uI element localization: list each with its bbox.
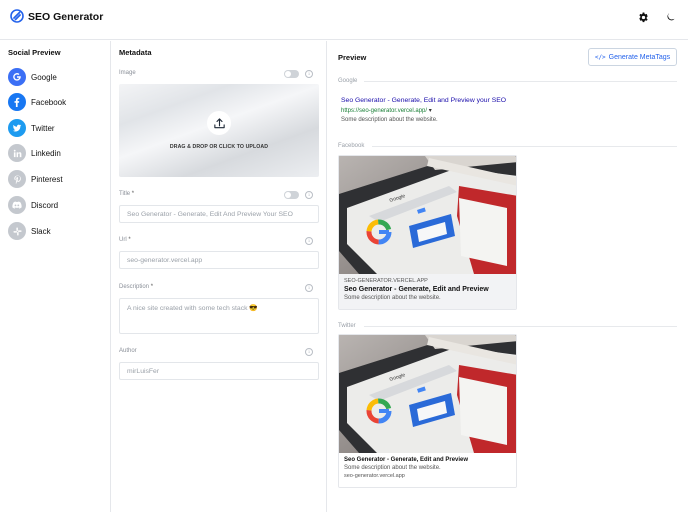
facebook-preview-card[interactable]: Google SEO-GENERATOR.VERCEL.APP Seo Gene… <box>338 155 517 310</box>
discord-icon <box>8 196 26 214</box>
sidebar-item-label: Slack <box>31 226 51 236</box>
gear-icon <box>638 12 648 22</box>
app-header: SEO Generator <box>0 0 688 40</box>
url-label: Url * <box>119 237 131 243</box>
facebook-card-description: Some description about the website. <box>344 295 441 301</box>
sidebar-item-label: Discord <box>31 200 59 210</box>
sidebar-item-label: Linkedin <box>31 148 61 158</box>
description-label: Description * <box>119 284 154 290</box>
sidebar-title: Social Preview <box>8 48 61 57</box>
linkedin-icon <box>8 144 26 162</box>
seo-generator-logo[interactable] <box>10 9 24 23</box>
sidebar-item-twitter[interactable]: Twitter <box>8 118 104 138</box>
facebook-icon <box>8 93 26 111</box>
author-input[interactable]: mirLuisFer <box>119 362 319 380</box>
twitter-card-description: Some description about the website. <box>344 465 441 471</box>
twitter-preview-card[interactable]: Google Seo Generator - Generate, Edit an… <box>338 334 517 488</box>
facebook-card-body: SEO-GENERATOR.VERCEL.APP Seo Generator -… <box>339 274 516 309</box>
title-input[interactable]: Seo Generator - Generate, Edit And Previ… <box>119 205 319 223</box>
twitter-preview-image: Google <box>339 335 516 453</box>
tablet-google-photo: Google <box>339 335 516 453</box>
moon-icon <box>667 13 675 21</box>
sidebar-item-label: Facebook <box>31 97 67 107</box>
preview-title: Preview <box>338 53 367 62</box>
sidebar-item-google[interactable]: Google <box>8 67 104 87</box>
sidebar-item-facebook[interactable]: Facebook <box>8 92 104 112</box>
google-result-description: Some description about the website. <box>341 117 438 123</box>
metadata-panel: Metadata Image i DRAG & DROP OR CLICK TO… <box>112 41 327 512</box>
sidebar-item-label: Google <box>31 72 57 82</box>
generate-metatags-label: Generate MetaTags <box>608 53 671 61</box>
preview-panel: Preview </> Generate MetaTags Google Seo… <box>328 41 688 512</box>
sidebar-item-label: Twitter <box>31 123 55 133</box>
image-label: Image <box>119 70 136 76</box>
upload-icon <box>207 111 231 135</box>
image-toggle[interactable] <box>284 70 299 78</box>
facebook-card-title: Seo Generator - Generate, Edit and Previ… <box>344 286 489 293</box>
info-icon[interactable]: i <box>305 237 313 245</box>
tablet-google-photo: Google <box>339 156 516 274</box>
google-icon <box>8 68 26 86</box>
divider <box>364 81 677 82</box>
twitter-card-domain: seo-generator.vercel.app <box>344 473 405 479</box>
divider <box>364 326 677 327</box>
image-upload-dropzone[interactable]: DRAG & DROP OR CLICK TO UPLOAD <box>119 84 319 177</box>
facebook-card-domain: SEO-GENERATOR.VERCEL.APP <box>344 278 428 284</box>
info-icon[interactable]: i <box>305 284 313 292</box>
facebook-section-label: Facebook <box>338 143 365 149</box>
social-sidebar: Social Preview Google Facebook Twitter L… <box>0 41 111 512</box>
title-label: Title * <box>119 191 135 197</box>
sidebar-item-discord[interactable]: Discord <box>8 195 104 215</box>
sidebar-item-pinterest[interactable]: Pinterest <box>8 169 104 189</box>
twitter-card-body: Seo Generator - Generate, Edit and Previ… <box>339 453 516 487</box>
google-result-title[interactable]: Seo Generator - Generate, Edit and Previ… <box>341 97 506 104</box>
twitter-icon <box>8 119 26 137</box>
google-result-url[interactable]: https://seo-generator.vercel.app/ ▾ <box>341 107 432 114</box>
pinterest-icon <box>8 170 26 188</box>
description-textarea[interactable]: A nice site created with some tech stack… <box>119 298 319 334</box>
twitter-card-title: Seo Generator - Generate, Edit and Previ… <box>344 457 469 463</box>
generate-metatags-button[interactable]: </> Generate MetaTags <box>588 48 677 66</box>
slack-icon <box>8 222 26 240</box>
divider <box>372 146 677 147</box>
url-caret-icon: ▾ <box>428 108 432 114</box>
facebook-preview-image: Google <box>339 156 516 274</box>
metadata-title: Metadata <box>119 48 152 57</box>
twitter-section-label: Twitter <box>338 323 356 329</box>
author-label: Author <box>119 348 137 354</box>
upload-instructions: DRAG & DROP OR CLICK TO UPLOAD <box>169 144 269 150</box>
info-icon[interactable]: i <box>305 348 313 356</box>
title-toggle[interactable] <box>284 191 299 199</box>
settings-button[interactable] <box>636 10 650 24</box>
info-icon[interactable]: i <box>305 70 313 78</box>
code-icon: </> <box>594 53 606 61</box>
google-section-label: Google <box>338 78 358 84</box>
sidebar-item-linkedin[interactable]: Linkedin <box>8 143 104 163</box>
theme-toggle-button[interactable] <box>664 10 678 24</box>
sidebar-item-slack[interactable]: Slack <box>8 221 104 241</box>
sidebar-item-label: Pinterest <box>31 174 63 184</box>
url-input[interactable]: seo-generator.vercel.app <box>119 251 319 269</box>
info-icon[interactable]: i <box>305 191 313 199</box>
app-title: SEO Generator <box>28 11 104 23</box>
